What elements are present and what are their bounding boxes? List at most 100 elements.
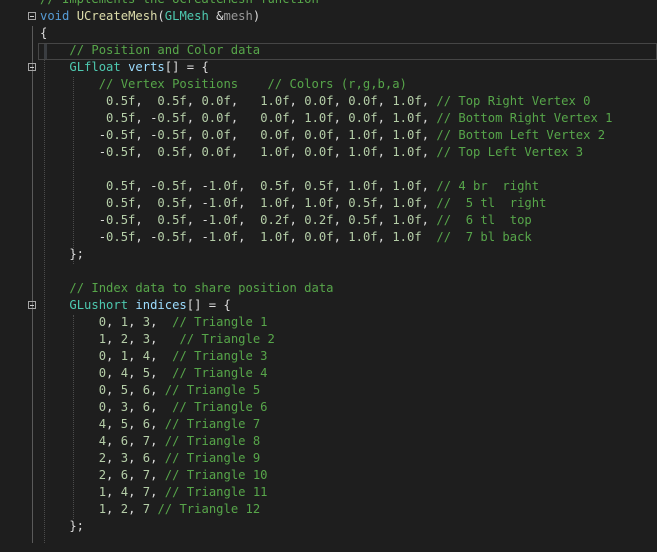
- collapse-icon[interactable]: [28, 63, 36, 71]
- code-line[interactable]: 0.5f, -0.5f, 0.0f, 0.0f, 1.0f, 0.0f, 1.0…: [0, 110, 657, 127]
- code-line-text: -0.5f, -0.5f, 0.0f, 0.0f, 0.0f, 1.0f, 1.…: [40, 127, 605, 144]
- code-token: 0.0f: [304, 230, 334, 244]
- code-editor[interactable]: // Implements the UCreateMesh function vo…: [0, 0, 657, 543]
- code-line[interactable]: 2, 3, 6, // Triangle 9: [0, 450, 657, 467]
- code-line-text: 2, 3, 6, // Triangle 9: [40, 450, 260, 467]
- code-token: 0: [98, 366, 107, 380]
- code-token: 1.0f: [392, 196, 422, 210]
- code-line[interactable]: // Vertex Positions // Colors (r,g,b,a): [0, 76, 657, 93]
- code-line[interactable]: // Index data to share position data: [0, 280, 657, 297]
- code-token: 0.5f: [106, 94, 136, 108]
- code-line[interactable]: 1, 2, 3, // Triangle 2: [0, 331, 657, 348]
- code-line-text: {: [40, 25, 47, 42]
- code-line-text: 0, 4, 5, // Triangle 4: [40, 365, 268, 382]
- code-token: 1.0f: [392, 145, 422, 159]
- code-token: ,: [106, 451, 121, 465]
- code-line[interactable]: void UCreateMesh(GLMesh &mesh): [0, 8, 657, 25]
- code-token: ,: [289, 179, 305, 193]
- code-token: ,: [289, 94, 305, 108]
- code-line-text: 1, 4, 7, // Triangle 11: [40, 484, 268, 501]
- code-token: ,: [128, 400, 143, 414]
- code-line[interactable]: [0, 161, 657, 178]
- code-line-text: GLfloat verts[] = {: [40, 59, 208, 76]
- code-token: 4: [98, 434, 107, 448]
- code-token: ,: [186, 128, 202, 142]
- code-line-text: 0.5f, -0.5f, 0.0f, 0.0f, 1.0f, 0.0f, 1.0…: [40, 110, 612, 127]
- code-token: 7: [142, 502, 151, 516]
- code-token: 0.5f: [157, 128, 187, 142]
- code-line[interactable]: -0.5f, -0.5f, 0.0f, 0.0f, 0.0f, 1.0f, 1.…: [0, 127, 657, 144]
- code-token: ,: [230, 145, 261, 159]
- code-token: ,: [421, 145, 437, 159]
- code-token: ,: [128, 315, 143, 329]
- code-line[interactable]: -0.5f, 0.5f, 0.0f, 1.0f, 0.0f, 1.0f, 1.0…: [0, 144, 657, 161]
- code-line[interactable]: };: [0, 518, 657, 535]
- code-line[interactable]: 0, 1, 3, // Triangle 1: [0, 314, 657, 331]
- code-token: GLMesh: [164, 9, 209, 23]
- code-line[interactable]: // Position and Color data: [0, 42, 657, 59]
- code-line[interactable]: -0.5f, -0.5f, -1.0f, 1.0f, 0.0f, 1.0f, 1…: [0, 229, 657, 246]
- code-line[interactable]: -0.5f, 0.5f, -1.0f, 0.2f, 0.2f, 0.5f, 1.…: [0, 212, 657, 229]
- code-token: ,: [128, 383, 143, 397]
- code-line[interactable]: [0, 263, 657, 280]
- code-line-text: 0.5f, -0.5f, -1.0f, 0.5f, 0.5f, 1.0f, 1.…: [40, 178, 539, 195]
- code-token: 6: [120, 468, 129, 482]
- code-token: ,: [421, 128, 437, 142]
- code-line[interactable]: [0, 535, 657, 552]
- code-line[interactable]: 0, 5, 6, // Triangle 5: [0, 382, 657, 399]
- code-line[interactable]: 0.5f, 0.5f, 0.0f, 1.0f, 0.0f, 0.0f, 1.0f…: [0, 93, 657, 110]
- code-line[interactable]: 1, 4, 7, // Triangle 11: [0, 484, 657, 501]
- code-token: ,: [377, 179, 393, 193]
- code-line[interactable]: 0, 4, 5, // Triangle 4: [0, 365, 657, 382]
- code-line[interactable]: 1, 2, 7 // Triangle 12: [0, 501, 657, 518]
- code-line-text: };: [40, 246, 84, 263]
- code-token: // Index data to share position data: [69, 281, 334, 295]
- code-line-text: -0.5f, -0.5f, -1.0f, 1.0f, 0.0f, 1.0f, 1…: [40, 229, 532, 246]
- code-line[interactable]: GLushort indices[] = {: [0, 297, 657, 314]
- code-token: // Top Right Vertex 0: [436, 94, 591, 108]
- collapse-icon[interactable]: [28, 12, 36, 20]
- code-token: 0.5f: [157, 111, 187, 125]
- code-token: ,: [421, 94, 437, 108]
- code-token: 0.5f: [157, 230, 187, 244]
- code-line-text: 0.5f, 0.5f, 0.0f, 1.0f, 0.0f, 0.0f, 1.0f…: [40, 93, 590, 110]
- code-token: 0: [98, 383, 107, 397]
- code-line[interactable]: 0.5f, 0.5f, -1.0f, 1.0f, 1.0f, 0.5f, 1.0…: [0, 195, 657, 212]
- code-line[interactable]: 0.5f, -0.5f, -1.0f, 0.5f, 0.5f, 1.0f, 1.…: [0, 178, 657, 195]
- code-token: ,: [150, 468, 165, 482]
- code-line[interactable]: GLfloat verts[] = {: [0, 59, 657, 76]
- code-token: ,: [377, 213, 393, 227]
- collapse-icon[interactable]: [28, 301, 36, 309]
- code-token: 3: [142, 315, 151, 329]
- code-token: ,: [150, 485, 165, 499]
- code-token: 0: [98, 315, 107, 329]
- code-token: 1.0f: [392, 128, 422, 142]
- code-token: 1.0f: [392, 179, 422, 193]
- code-line[interactable]: 0, 3, 6, // Triangle 6: [0, 399, 657, 416]
- code-line[interactable]: 4, 5, 6, // Triangle 7: [0, 416, 657, 433]
- code-line[interactable]: };: [0, 246, 657, 263]
- code-token: 4: [120, 366, 129, 380]
- code-token: 1.0f: [348, 128, 378, 142]
- code-line[interactable]: {: [0, 25, 657, 42]
- code-token: ,: [333, 213, 349, 227]
- code-line[interactable]: // Implements the UCreateMesh function: [0, 0, 657, 8]
- code-line[interactable]: 2, 6, 7, // Triangle 10: [0, 467, 657, 484]
- code-line-text: 4, 6, 7, // Triangle 8: [40, 433, 260, 450]
- code-line[interactable]: 4, 6, 7, // Triangle 8: [0, 433, 657, 450]
- code-token: 5: [142, 366, 151, 380]
- code-token: ,: [128, 349, 143, 363]
- code-token: // Triangle 12: [157, 502, 261, 516]
- code-line[interactable]: 0, 1, 4, // Triangle 3: [0, 348, 657, 365]
- code-token: 1.0f: [260, 145, 290, 159]
- code-token: // Position and Color data: [69, 43, 261, 57]
- code-token: ,: [377, 145, 393, 159]
- code-token: -: [40, 213, 107, 227]
- code-token: &: [208, 9, 224, 23]
- code-token: GLfloat: [69, 60, 121, 74]
